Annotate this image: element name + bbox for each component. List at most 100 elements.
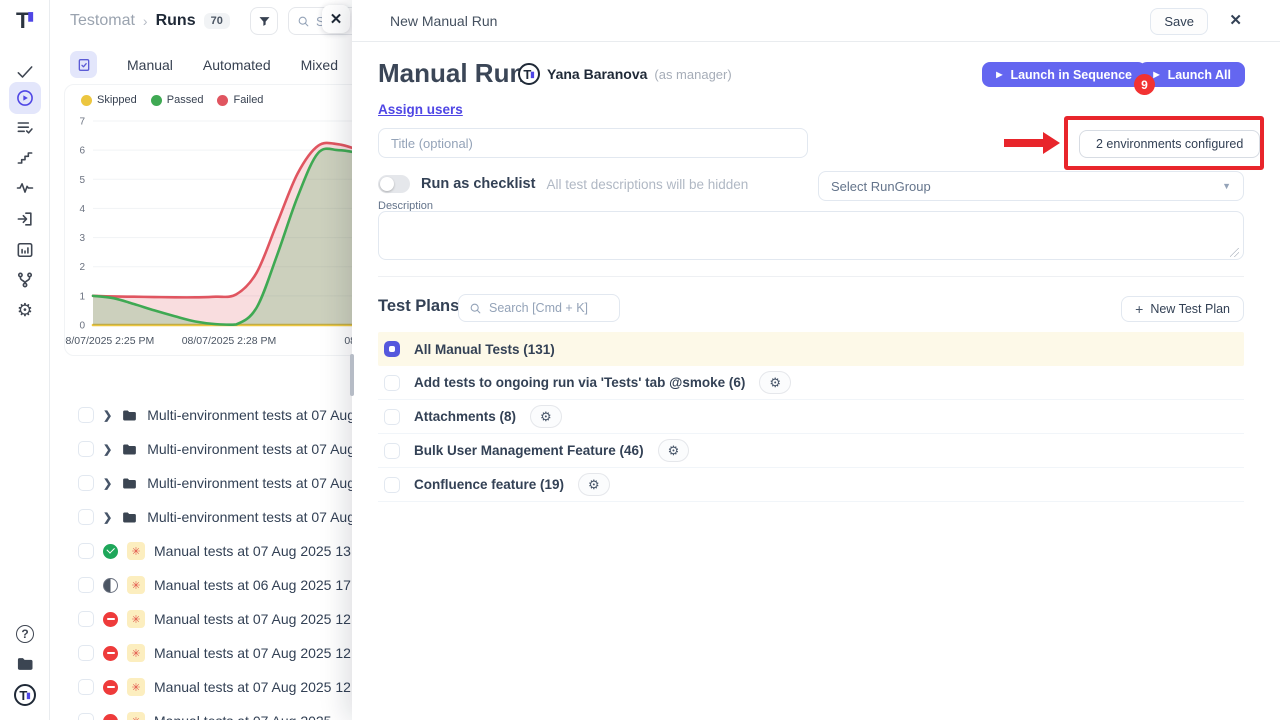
launch-all-button[interactable]: ▶ Launch All [1139, 62, 1245, 87]
rungroup-select[interactable]: Select RunGroup ▼ [818, 171, 1244, 201]
checkbox[interactable] [384, 443, 400, 459]
x-tick-2: 08/07/2025 2:28 PM [182, 335, 277, 347]
test-plan-row[interactable]: Bulk User Management Feature (46) ⚙ [378, 434, 1244, 468]
search-icon [469, 302, 482, 315]
checkbox[interactable] [384, 409, 400, 425]
milestones-icon[interactable] [9, 142, 41, 174]
tab-automated[interactable]: Automated [203, 57, 271, 73]
run-label[interactable]: Manual tests at 06 Aug 2025 17:06 [154, 577, 370, 593]
row-checkbox[interactable] [78, 611, 94, 627]
status-failed-icon [103, 612, 118, 627]
run-label[interactable]: Manual tests at 07 Aug 2025 [154, 713, 331, 720]
row-checkbox[interactable] [78, 713, 94, 720]
svg-text:2: 2 [79, 262, 85, 273]
row-checkbox[interactable] [78, 441, 94, 457]
row-checkbox[interactable] [78, 577, 94, 593]
chevron-right-icon[interactable]: ❯ [103, 443, 112, 456]
annotation-arrow [1004, 139, 1044, 147]
launch-in-sequence-button[interactable]: ▶ Launch in Sequence [982, 62, 1146, 87]
clear-search-button[interactable]: ✕ [322, 5, 350, 33]
manual-run-title: Manual Run [378, 58, 525, 89]
chevron-right-icon[interactable]: ❯ [103, 477, 112, 490]
help-icon[interactable]: ? [9, 618, 41, 650]
plan-settings-gear-icon[interactable]: ⚙ [530, 405, 562, 428]
library-icon[interactable] [9, 648, 41, 680]
folder-icon [121, 407, 138, 424]
chevron-down-icon: ▼ [1222, 181, 1231, 191]
svg-text:0: 0 [79, 321, 85, 332]
plan-settings-gear-icon[interactable]: ⚙ [759, 371, 791, 394]
checklist-toggle[interactable] [378, 175, 410, 193]
sidebar: T▮ ⚙ ? [0, 0, 50, 720]
passed-dot [151, 95, 162, 106]
scrollbar-thumb[interactable] [350, 354, 354, 396]
runs-count-badge: 70 [204, 13, 230, 29]
row-checkbox[interactable] [78, 645, 94, 661]
row-checkbox[interactable] [78, 509, 94, 525]
new-test-plan-button[interactable]: + New Test Plan [1121, 296, 1244, 322]
save-button[interactable]: Save [1150, 8, 1208, 35]
tab-mixed[interactable]: Mixed [301, 57, 338, 73]
test-plan-label: Bulk User Management Feature (46) [414, 443, 644, 458]
owner-name: Yana Baranova [547, 66, 647, 82]
test-plans-list: All Manual Tests (131) Add tests to ongo… [378, 332, 1244, 502]
run-label[interactable]: Manual tests at 07 Aug 2025 12:42 [154, 645, 370, 661]
description-textarea[interactable] [378, 211, 1244, 260]
plan-settings-gear-icon[interactable]: ⚙ [658, 439, 690, 462]
environments-configured-button[interactable]: 2 environments configured [1079, 130, 1260, 158]
test-plan-row[interactable]: Add tests to ongoing run via 'Tests' tab… [378, 366, 1244, 400]
test-plan-row[interactable]: Confluence feature (19) ⚙ [378, 468, 1244, 502]
assign-users-link[interactable]: Assign users [378, 102, 463, 117]
test-plan-row[interactable]: All Manual Tests (131) [378, 332, 1244, 366]
breadcrumb-project[interactable]: Testomat [70, 12, 135, 30]
svg-text:4: 4 [79, 204, 85, 215]
run-label[interactable]: Manual tests at 07 Aug 2025 13:02 [154, 543, 370, 559]
plan-settings-gear-icon[interactable]: ⚙ [578, 473, 610, 496]
board-view-icon[interactable] [70, 51, 97, 78]
test-plan-label: Attachments (8) [414, 409, 516, 424]
manual-run-emoji-icon: ✳ [127, 678, 145, 696]
svg-text:5: 5 [79, 175, 85, 186]
run-label[interactable]: Manual tests at 07 Aug 2025 12:35 [154, 679, 370, 695]
settings-gear-icon[interactable]: ⚙ [9, 294, 41, 326]
legend-skipped: Skipped [81, 94, 137, 106]
new-manual-run-drawer: New Manual Run Save ✕ Manual Run T▮ Yana… [352, 0, 1280, 720]
legend-failed: Failed [217, 94, 263, 106]
app-logo[interactable]: T▮ [0, 8, 50, 34]
pulse-icon[interactable] [9, 172, 41, 204]
run-title-input[interactable] [378, 128, 808, 158]
logo-accent: ▮ [27, 9, 34, 23]
row-checkbox[interactable] [78, 543, 94, 559]
run-label[interactable]: Manual tests at 07 Aug 2025 12:43 [154, 611, 370, 627]
profile-avatar[interactable]: T▮ [9, 679, 41, 711]
import-icon[interactable] [9, 203, 41, 235]
checkbox[interactable] [384, 477, 400, 493]
owner-avatar[interactable]: T▮ [518, 63, 540, 85]
status-passed-icon [103, 544, 118, 559]
manual-run-emoji-icon: ✳ [127, 576, 145, 594]
close-icon[interactable]: ✕ [1229, 11, 1242, 29]
row-checkbox[interactable] [78, 679, 94, 695]
row-checkbox[interactable] [78, 407, 94, 423]
folder-icon [121, 475, 138, 492]
test-plans-search-input[interactable]: Search [Cmd + K] [458, 294, 620, 322]
play-icon: ▶ [1153, 70, 1159, 79]
filter-button[interactable] [250, 7, 278, 35]
test-plan-row[interactable]: Attachments (8) ⚙ [378, 400, 1244, 434]
tab-manual[interactable]: Manual [127, 57, 173, 73]
branch-icon[interactable] [9, 264, 41, 296]
test-plans-icon[interactable] [9, 112, 41, 144]
checkbox[interactable] [384, 375, 400, 391]
play-icon: ▶ [996, 70, 1002, 79]
analytics-icon[interactable] [9, 234, 41, 266]
checklist-label: Run as checklist [421, 176, 535, 192]
row-checkbox[interactable] [78, 475, 94, 491]
run-owner: T▮ Yana Baranova (as manager) [518, 63, 732, 85]
chevron-right-icon[interactable]: ❯ [103, 511, 112, 524]
test-plans-heading: Test Plans [378, 297, 459, 316]
runs-icon[interactable] [9, 82, 41, 114]
checkbox-checked[interactable] [384, 341, 400, 357]
test-plan-label: Add tests to ongoing run via 'Tests' tab… [414, 375, 745, 390]
funnel-icon [257, 14, 272, 29]
chevron-right-icon[interactable]: ❯ [103, 409, 112, 422]
